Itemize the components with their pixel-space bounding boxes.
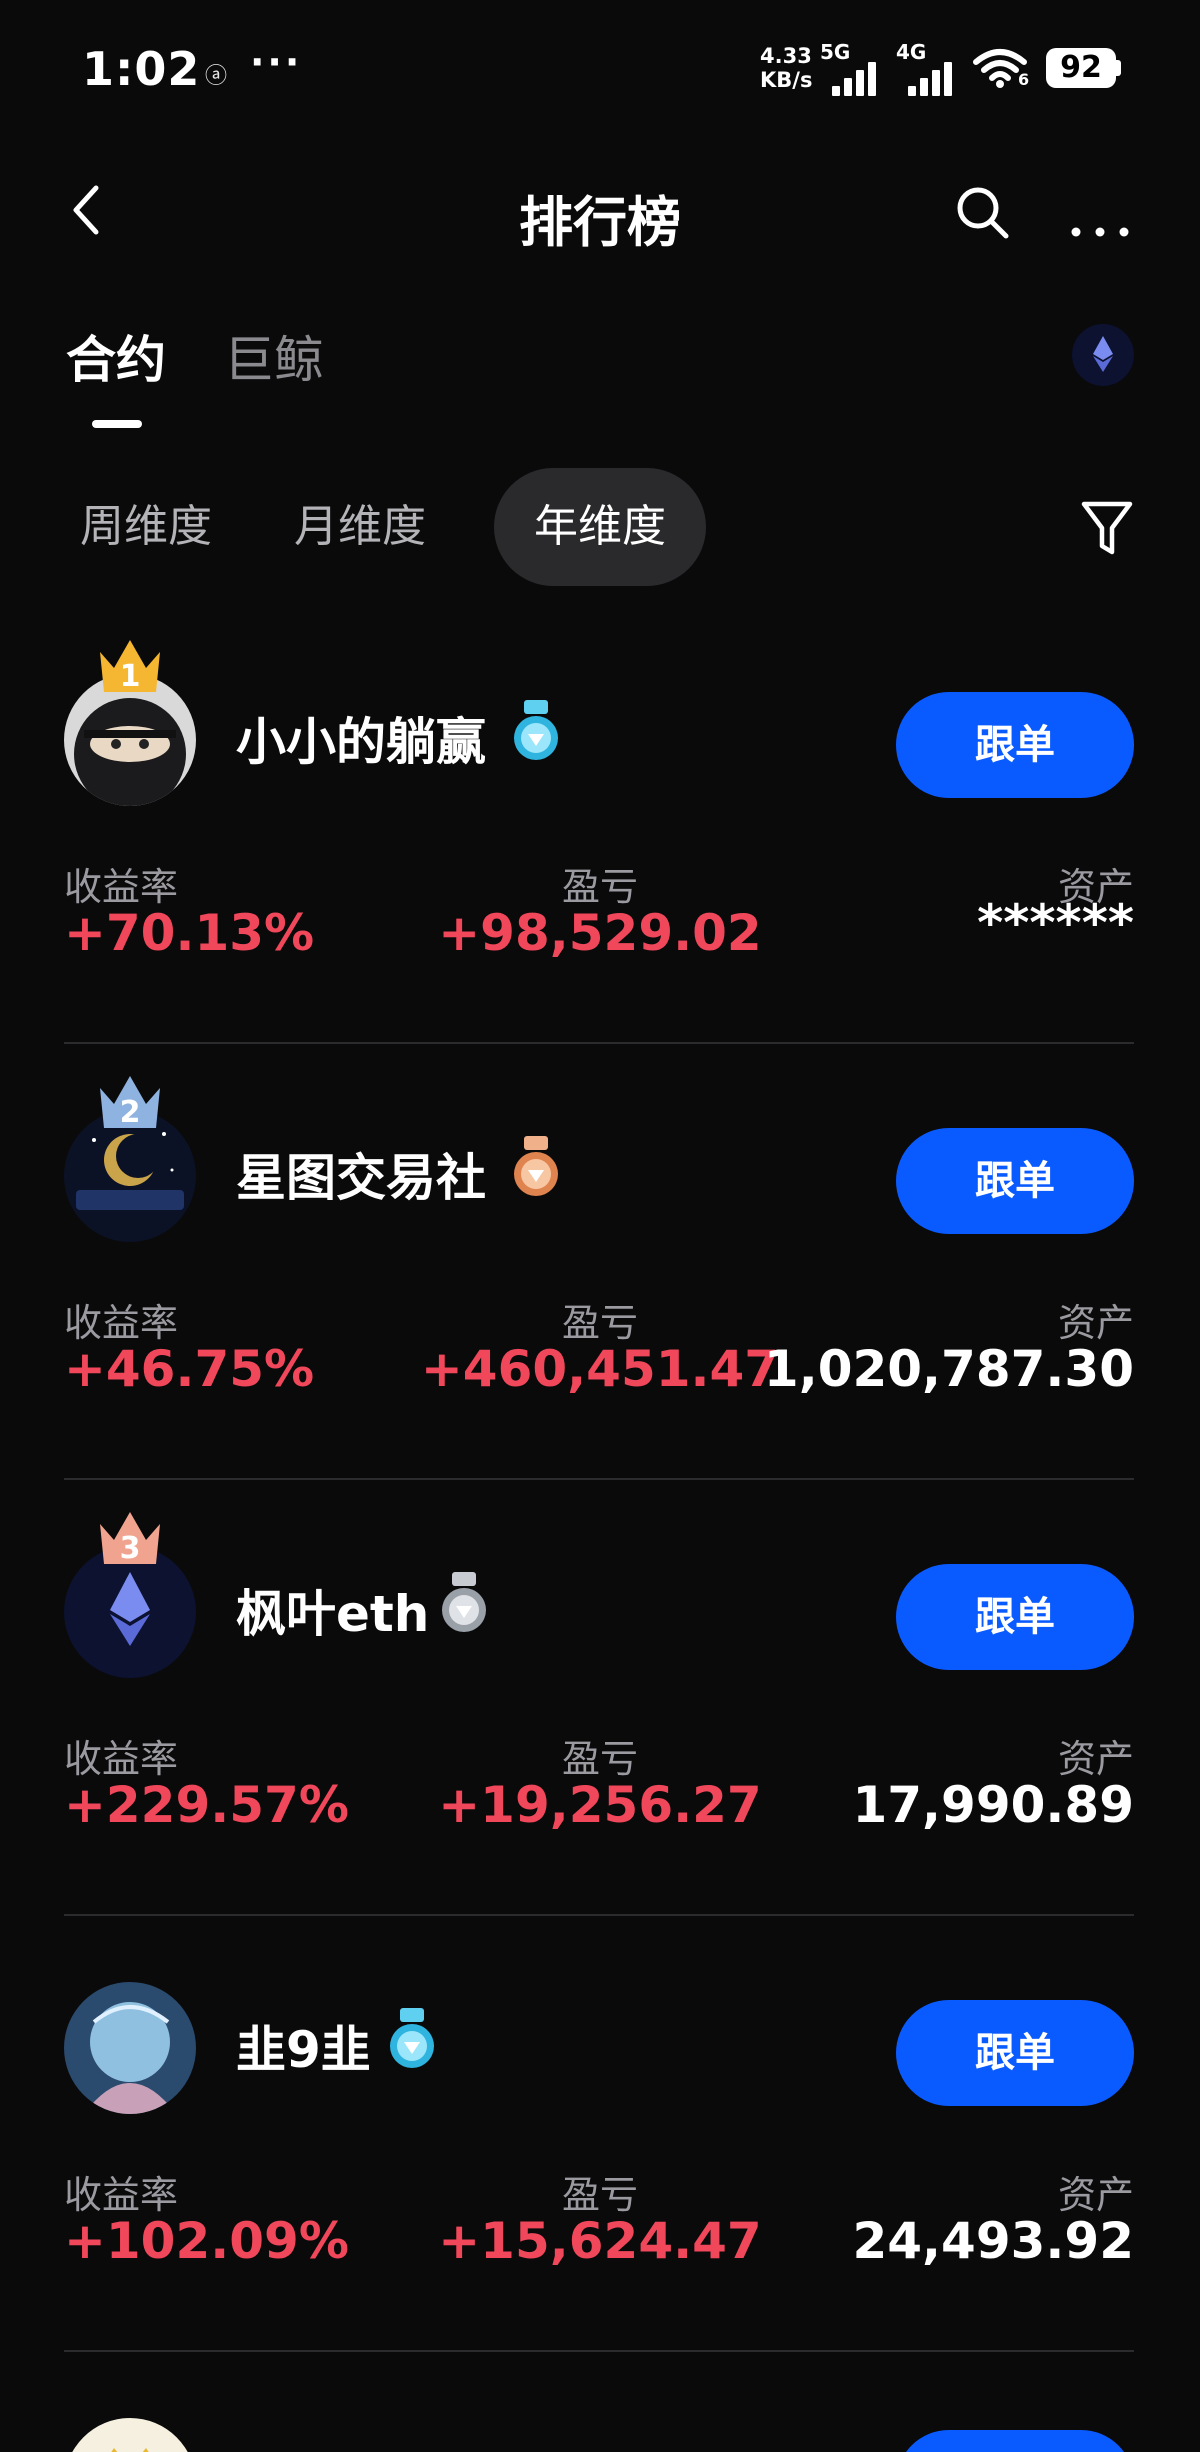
rank-number: 2 [120,1095,141,1130]
assets-value: 1,020,787.30 [763,1340,1134,1398]
rank-crown-silver-icon: 2 [100,1076,160,1130]
rank-crown-gold-icon: 1 [100,640,160,694]
tab-active-indicator [92,420,142,428]
network-speed: 4.33 KB/s [760,44,812,92]
follow-button[interactable]: 跟单 [896,2430,1134,2452]
rank-number: 1 [120,659,141,694]
search-icon[interactable] [952,182,1012,242]
period-year[interactable]: 年维度 [494,468,706,586]
network-speed-value: 4.33 [760,44,812,68]
card-divider [64,1478,1134,1480]
tab-contract[interactable]: 合约 [66,320,166,392]
notification-icon: ⓐ [205,64,228,89]
assets-value: 17,990.89 [852,1776,1134,1834]
follow-button[interactable]: 跟单 [896,1564,1134,1670]
yield-value: +229.57% [64,1776,349,1834]
trader-card[interactable]: 韭9韭 跟单 收益率 盈亏 资产 +102.09% +15,624.47 24,… [0,1944,1200,2380]
pnl-value: +460,451.47 [420,1340,780,1398]
trader-avatar[interactable] [64,1982,196,2114]
pnl-value: +98,529.02 [438,904,762,962]
trader-card-partial[interactable]: 跟单 [0,2380,1200,2452]
bronze-medal-icon [514,1136,558,1196]
trader-card[interactable]: 1 小小的躺赢 跟单 收益率 盈亏 资产 +70.13% +98,529.02 … [0,636,1200,1072]
pnl-label: 盈亏 [561,2173,639,2217]
pnl-value: +15,624.47 [438,2212,762,2270]
yield-value: +102.09% [64,2212,349,2270]
trader-avatar[interactable] [64,2418,196,2452]
yield-label: 收益率 [64,2173,179,2217]
yield-value: +70.13% [64,904,315,962]
trader-card[interactable]: 3 枫叶eth 跟单 收益率 盈亏 资产 +229.57% +19,256.27… [0,1508,1200,1944]
network-speed-unit: KB/s [760,68,813,92]
period-week[interactable]: 周维度 [40,468,252,586]
assets-label: 资产 [1057,1737,1134,1781]
card-divider [64,1042,1134,1044]
tab-whale[interactable]: 巨鲸 [224,320,324,392]
trader-name[interactable]: 星图交易社 [236,1138,486,1210]
assets-value: ****** [977,894,1134,952]
rank-crown-bronze-icon: 3 [100,1512,160,1566]
more-icon[interactable] [1068,182,1132,238]
follow-button[interactable]: 跟单 [896,692,1134,798]
app-header: 排行榜 [0,160,1200,260]
card-divider [64,2350,1134,2352]
assets-label: 资产 [1057,1301,1134,1345]
status-more-icon: ··· [250,40,303,84]
follow-button[interactable]: 跟单 [896,2000,1134,2106]
trader-name[interactable]: 枫叶eth [236,1574,429,1646]
trader-name[interactable]: 韭9韭 [236,2010,371,2082]
status-bar: 1:02 ⓐ ··· 4.33 KB/s 5G 4G 6 92 [0,0,1200,140]
diamond-medal-icon [390,2008,434,2068]
status-time: 1:02 [82,42,201,96]
user-avatar[interactable] [1072,324,1134,386]
yield-label: 收益率 [64,865,179,909]
period-filter: 周维度 月维度 年维度 [66,468,1066,586]
battery-cap [1116,60,1121,76]
silver-medal-icon [442,1572,486,1632]
follow-button[interactable]: 跟单 [896,1128,1134,1234]
assets-label: 资产 [1057,2173,1134,2217]
pnl-label: 盈亏 [561,865,639,909]
trader-name[interactable]: 小小的躺赢 [236,702,486,774]
card-divider [64,1914,1134,1916]
filter-icon[interactable] [1078,496,1136,560]
pnl-label: 盈亏 [561,1301,639,1345]
rank-number: 3 [120,1531,141,1566]
yield-value: +46.75% [64,1340,315,1398]
page-title: 排行榜 [519,191,681,254]
period-month[interactable]: 月维度 [254,468,466,586]
diamond-medal-icon [514,700,558,760]
pnl-label: 盈亏 [561,1737,639,1781]
wifi-6-label: 6 [1018,70,1030,89]
trader-card[interactable]: 2 星图交易社 跟单 收益率 盈亏 资产 +46.75% +460,451.47… [0,1072,1200,1508]
battery-icon: 92 [1046,48,1116,88]
pnl-value: +19,256.27 [438,1776,762,1834]
yield-label: 收益率 [64,1737,179,1781]
yield-label: 收益率 [64,1301,179,1345]
assets-value: 24,493.92 [852,2212,1134,2270]
